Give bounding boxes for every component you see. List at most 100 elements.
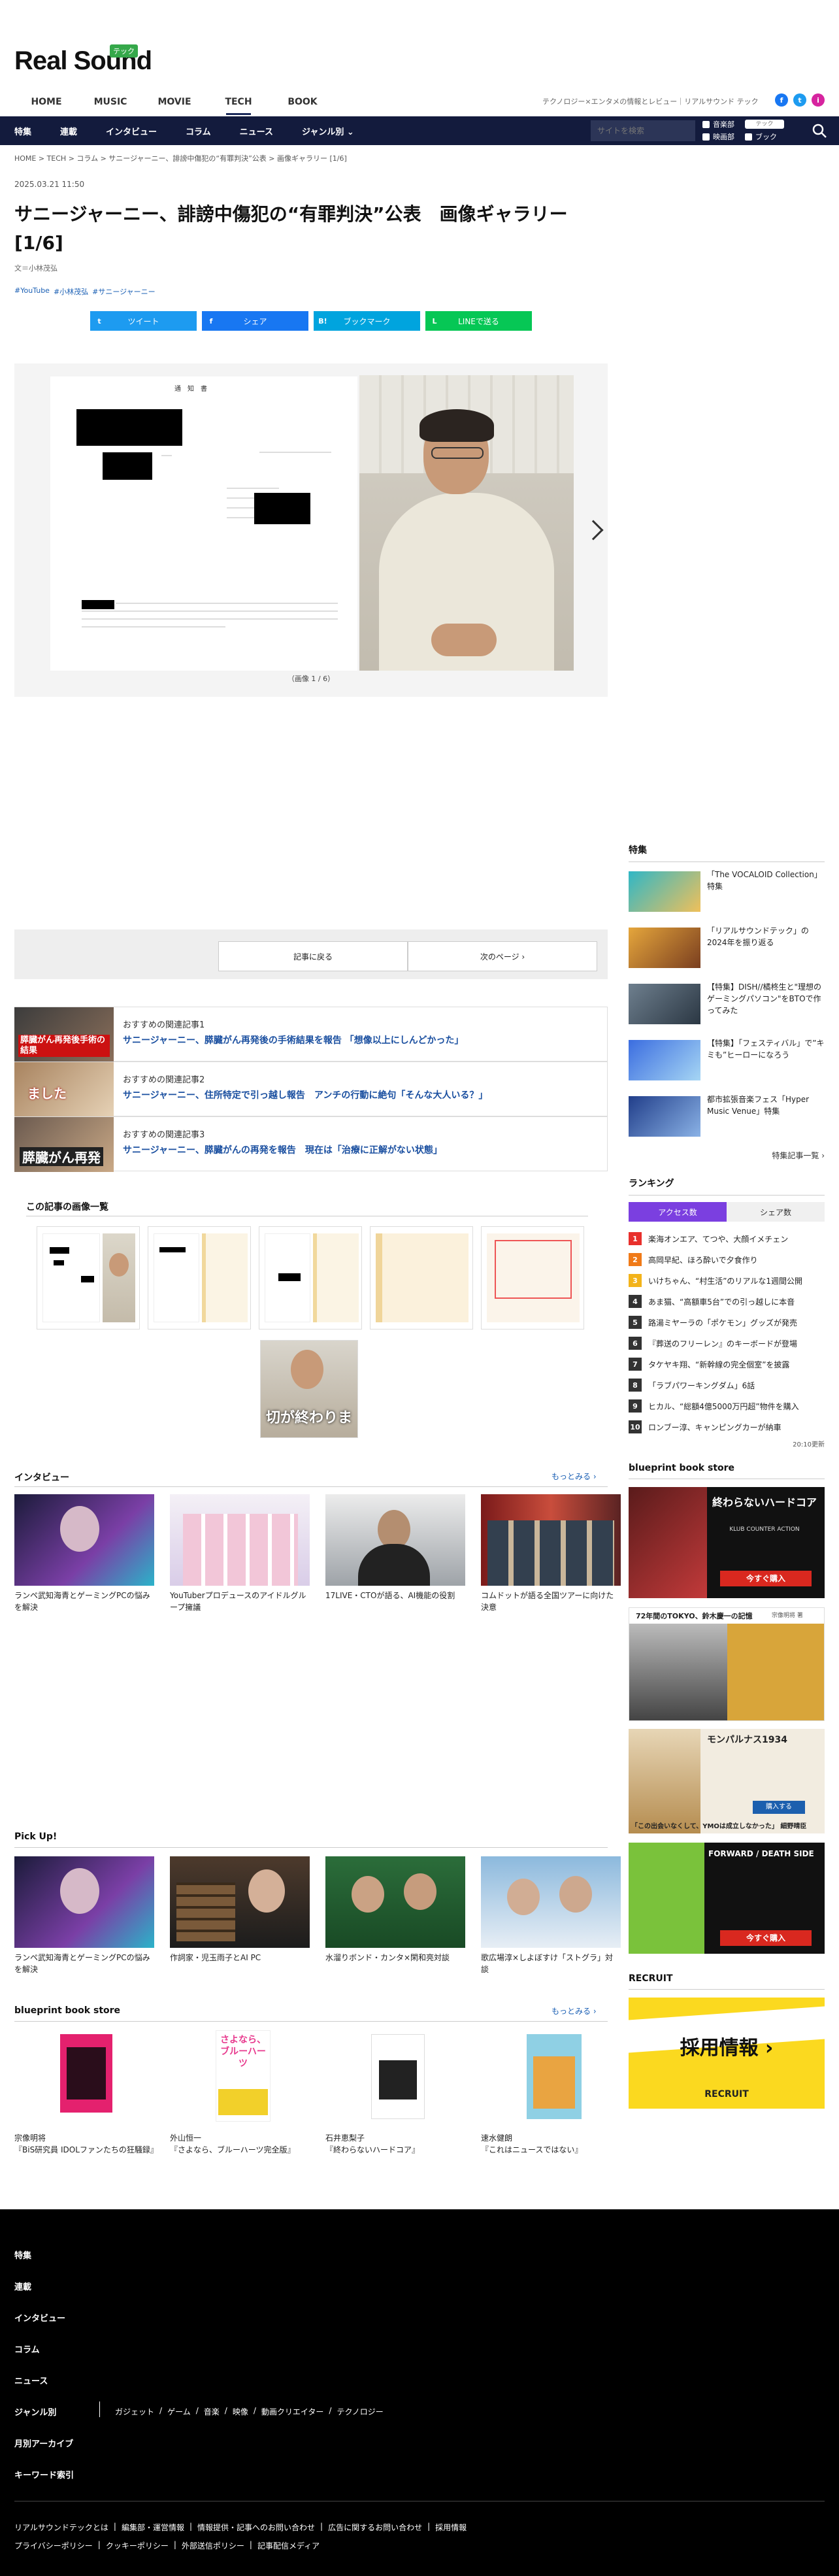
filter-movie[interactable]: 映画部 (702, 131, 734, 142)
ad-hardcore[interactable]: 終わらないハードコア KLUB COUNTER ACTION 今すぐ購入 (629, 1487, 825, 1598)
ranking-item[interactable]: 1 楽海オンエア、てつや、大顔イメチェン (629, 1228, 825, 1249)
footer-link-column[interactable]: コラム (14, 2343, 40, 2355)
image-thumb-4[interactable] (370, 1226, 473, 1330)
footer-recruit[interactable]: 採用情報 (435, 2522, 467, 2533)
footer-link-feature[interactable]: 特集 (14, 2249, 31, 2261)
tag-subject[interactable]: #サニージャーニー (92, 286, 155, 297)
featured-more-link[interactable]: 特集記事一覧 › (629, 1150, 825, 1161)
footer-genre-music[interactable]: 音楽 (204, 2406, 220, 2417)
recruit-banner[interactable]: 採用情報 › RECRUIT (629, 1998, 825, 2109)
footer-genre-gadget[interactable]: ガジェット (115, 2406, 154, 2417)
filter-music[interactable]: 音楽部 (702, 119, 734, 129)
ranking-item[interactable]: 7 タケヤキ翔、“新幹線の完全個室”を披露 (629, 1354, 825, 1375)
featured-item[interactable]: 【特集】DISH//橘柊生と"理想のゲーミングパソコン"をBTOで作ってみた (629, 981, 825, 1037)
footer-link-genre[interactable]: ジャンル別 (14, 2405, 56, 2418)
ad-forward[interactable]: FORWARD / DEATH SIDE 今すぐ購入 (629, 1843, 825, 1954)
nav-news[interactable]: ニュース (240, 125, 273, 137)
footer-link-series[interactable]: 連載 (14, 2280, 31, 2292)
breadcrumb[interactable]: HOME > TECH > コラム > サニージャーニー、誹謗中傷犯の“有罪判決… (14, 153, 347, 163)
top-nav-music[interactable]: MUSIC (78, 94, 142, 115)
image-thumb-2[interactable] (148, 1226, 251, 1330)
pickup-card[interactable]: 歌広場淳×しよぼすけ「ストグラ」対談 (481, 1856, 621, 1975)
nav-genre-dropdown[interactable]: ジャンル別 ⌄ (302, 125, 354, 137)
search-icon[interactable] (812, 123, 827, 139)
ranking-item[interactable]: 9 ヒカル、“総額4億5000万円超”物件を購入 (629, 1396, 825, 1416)
footer-genre-technology[interactable]: テクノロジー (337, 2406, 383, 2417)
footer-contact[interactable]: 情報提供・記事へのお問い合わせ (197, 2522, 315, 2533)
search-input[interactable] (591, 120, 695, 141)
footer-genre-creator[interactable]: 動画クリエイター (261, 2406, 324, 2417)
tag-author[interactable]: #小林茂弘 (54, 286, 88, 297)
footer-media[interactable]: 記事配信メディア (257, 2540, 320, 2551)
nav-interview[interactable]: インタビュー (106, 125, 157, 137)
ranking-item[interactable]: 8 「ラブパワーキングダム」6話 (629, 1375, 825, 1396)
footer-genre-video[interactable]: 映像 (233, 2406, 248, 2417)
next-page-button[interactable]: 次のページ › (408, 941, 597, 971)
nav-feature[interactable]: 特集 (14, 125, 31, 137)
ad-montparnasse[interactable]: モンパルナス1934 購入する 「この出会いなくして、YMOは成立しなかった」 … (629, 1729, 825, 1833)
pickup-card[interactable]: 水溜りボンド・カンタ×閑和亮対談 (325, 1856, 465, 1975)
tag-youtube[interactable]: #YouTube (14, 286, 50, 297)
footer-cookie[interactable]: クッキーポリシー (106, 2540, 169, 2551)
footer-ad-contact[interactable]: 広告に関するお問い合わせ (328, 2522, 422, 2533)
twitter-icon[interactable]: t (793, 93, 806, 107)
hatena-bookmark-button[interactable]: B! ブックマーク (314, 311, 420, 331)
book-card[interactable]: 速水健朗 『これはニュースではない』 (481, 2030, 621, 2156)
top-nav-home[interactable]: HOME (14, 94, 78, 115)
site-logo[interactable]: Real Sound テック (14, 43, 152, 76)
bookstore-more-link[interactable]: もっとみる › (551, 2005, 597, 2016)
featured-item[interactable]: 「リアルサウンドテック」の2024年を振り返る (629, 925, 825, 981)
instagram-icon[interactable]: i (812, 93, 825, 107)
interview-more-link[interactable]: もっとみる › (551, 1471, 597, 1482)
ad-buy-button[interactable]: 今すぐ購入 (720, 1571, 812, 1586)
line-share-button[interactable]: L LINEで送る (425, 311, 532, 331)
pickup-card[interactable]: ランペ武知海青とゲーミングPCの悩みを解決 (14, 1856, 154, 1975)
top-nav-movie[interactable]: MOVIE (142, 94, 206, 115)
featured-item[interactable]: 都市拡張音楽フェス「Hyper Music Venue」特集 (629, 1094, 825, 1150)
ad-forward-buy-button[interactable]: 今すぐ購入 (720, 1930, 812, 1946)
book-card[interactable]: さよなら、ブルーハーツ 外山恒一 『さよなら、ブルーハーツ完全版』 (170, 2030, 310, 2156)
footer-privacy[interactable]: プライバシーポリシー (14, 2540, 93, 2551)
image-thumb-1[interactable] (37, 1226, 140, 1330)
top-nav-tech[interactable]: TECH (206, 94, 271, 115)
related-article-3[interactable]: 膵臓がん再発 おすすめの関連記事3 サニージャーニー、膵臓がんの再発を報告 現在… (14, 1116, 608, 1172)
image-thumb-5[interactable] (481, 1226, 584, 1330)
footer-link-archive[interactable]: 月別アーカイブ (14, 2437, 73, 2449)
gallery-next-arrow-icon[interactable] (583, 520, 604, 541)
nav-column[interactable]: コラム (186, 125, 211, 137)
footer-link-keyword[interactable]: キーワード索引 (14, 2468, 74, 2481)
interview-card[interactable]: YouTuberプロデュースのアイドルグループ擁議 (170, 1494, 310, 1613)
footer-about[interactable]: リアルサウンドテックとは (14, 2522, 108, 2533)
book-card[interactable]: 石井恵梨子 『終わらないハードコア』 (325, 2030, 465, 2156)
interview-card[interactable]: コムドットが語る全国ツアーに向けた決意 (481, 1494, 621, 1613)
ranking-item[interactable]: 2 高岡早紀、ほろ酔いで夕食作り (629, 1249, 825, 1270)
filter-tech[interactable]: テック (745, 119, 784, 129)
book-card[interactable]: 宗像明将 『BiS研究員 IDOLファンたちの狂騒録』 (14, 2030, 158, 2156)
image-thumb-3[interactable] (259, 1226, 362, 1330)
facebook-share-button[interactable]: f シェア (202, 311, 308, 331)
ranking-item[interactable]: 10 ロンブー淳、キャンピングカーが納車 (629, 1416, 825, 1437)
tab-share[interactable]: シェア数 (727, 1202, 825, 1222)
footer-editorial[interactable]: 編集部・運営情報 (122, 2522, 184, 2533)
featured-item[interactable]: 【特集】「フェスティバル」で”キミも”ヒーローになろう (629, 1037, 825, 1094)
nav-series[interactable]: 連載 (60, 125, 77, 137)
footer-link-interview[interactable]: インタビュー (14, 2311, 65, 2324)
facebook-icon[interactable]: f (775, 93, 788, 107)
top-nav-book[interactable]: BOOK (271, 94, 335, 115)
related-article-2[interactable]: ました おすすめの関連記事2 サニージャーニー、住所特定で引っ越し報告 アンチの… (14, 1062, 608, 1117)
ranking-item[interactable]: 6 『葬送のフリーレン』のキーボードが登場 (629, 1333, 825, 1354)
back-to-article-button[interactable]: 記事に戻る (218, 941, 408, 971)
image-thumb-6[interactable]: 切が終わりま (260, 1340, 358, 1438)
interview-card[interactable]: ランペ武知海青とゲーミングPCの悩みを解決 (14, 1494, 154, 1613)
tweet-button[interactable]: t ツイート (90, 311, 197, 331)
footer-external[interactable]: 外部送信ポリシー (182, 2540, 244, 2551)
interview-card[interactable]: 17LIVE・CTOが語る、AI機能の役割 (325, 1494, 465, 1613)
ad-purchase-button[interactable]: 購入する (753, 1801, 805, 1814)
featured-item[interactable]: 「The VOCALOID Collection」特集 (629, 869, 825, 925)
ranking-item[interactable]: 3 いけちゃん、“村生活”のリアルな1週間公開 (629, 1270, 825, 1291)
footer-genre-game[interactable]: ゲーム (167, 2406, 191, 2417)
footer-link-news[interactable]: ニュース (14, 2374, 48, 2386)
ranking-item[interactable]: 5 路湯ミヤーラの「ポケモン」グッズが発売 (629, 1312, 825, 1333)
tab-access[interactable]: アクセス数 (629, 1202, 727, 1222)
filter-book[interactable]: ブック (745, 131, 784, 142)
